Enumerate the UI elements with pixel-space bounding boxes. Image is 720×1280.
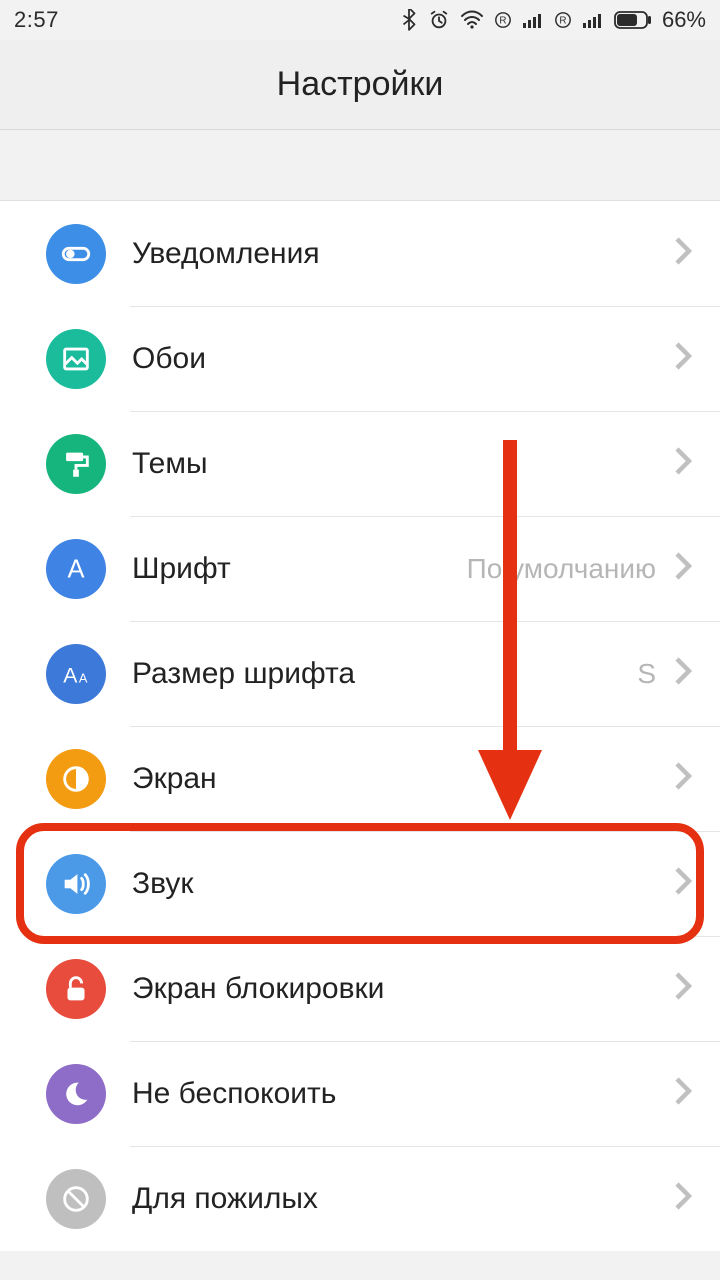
settings-item-label: Обои [132,342,674,376]
wifi-icon [460,10,484,30]
top-spacer [0,130,720,200]
bluetooth-icon [400,9,418,31]
settings-item-label: Темы [132,447,674,481]
registered-icon: R [494,11,512,29]
settings-item-themes[interactable]: Темы [0,411,720,516]
do-not-disturb-icon [46,1169,106,1229]
svg-text:R: R [559,16,566,27]
settings-item-label: Размер шрифта [132,657,637,691]
chevron-right-icon [674,1181,692,1216]
status-bar: 2:57 R R 66% [0,0,720,40]
contrast-icon [46,749,106,809]
status-time: 2:57 [14,7,59,33]
font-icon: A [46,539,106,599]
battery-percent: 66% [662,7,706,33]
paint-roller-icon [46,434,106,494]
chevron-right-icon [674,761,692,796]
settings-item-label: Для пожилых [132,1182,674,1216]
settings-item-label: Уведомления [132,237,674,271]
settings-item-wallpaper[interactable]: Обои [0,306,720,411]
toggle-icon [46,224,106,284]
settings-item-label: Не беспокоить [132,1077,674,1111]
settings-item-elderly[interactable]: Для пожилых [0,1146,720,1251]
moon-icon [46,1064,106,1124]
chevron-right-icon [674,1076,692,1111]
chevron-right-icon [674,236,692,271]
page-title: Настройки [277,65,444,104]
image-icon [46,329,106,389]
lock-icon [46,959,106,1019]
settings-item-sound[interactable]: Звук [0,831,720,936]
battery-icon [614,11,652,29]
svg-text:R: R [499,16,506,27]
settings-list: Уведомления Обои Темы A Шрифт По умолчан… [0,200,720,1251]
registered-icon: R [554,11,572,29]
font-size-icon: AA [46,644,106,704]
settings-item-display[interactable]: Экран [0,726,720,831]
settings-item-value: S [637,658,656,690]
chevron-right-icon [674,446,692,481]
status-icons: R R 66% [400,7,706,33]
settings-item-label: Экран блокировки [132,972,674,1006]
alarm-icon [428,9,450,31]
settings-item-font-size[interactable]: AA Размер шрифта S [0,621,720,726]
svg-text:A: A [79,670,88,685]
settings-item-lockscreen[interactable]: Экран блокировки [0,936,720,1041]
settings-item-label: Шрифт [132,552,467,586]
chevron-right-icon [674,551,692,586]
settings-item-dnd[interactable]: Не беспокоить [0,1041,720,1146]
settings-item-notifications[interactable]: Уведомления [0,201,720,306]
page-header: Настройки [0,40,720,130]
signal-icon [582,11,604,29]
svg-text:A: A [63,663,78,687]
settings-item-value: По умолчанию [467,553,656,585]
settings-item-font[interactable]: A Шрифт По умолчанию [0,516,720,621]
speaker-icon [46,854,106,914]
settings-item-label: Звук [132,867,674,901]
chevron-right-icon [674,971,692,1006]
signal-icon [522,11,544,29]
chevron-right-icon [674,341,692,376]
chevron-right-icon [674,656,692,691]
chevron-right-icon [674,866,692,901]
settings-item-label: Экран [132,762,674,796]
svg-text:A: A [67,555,84,583]
